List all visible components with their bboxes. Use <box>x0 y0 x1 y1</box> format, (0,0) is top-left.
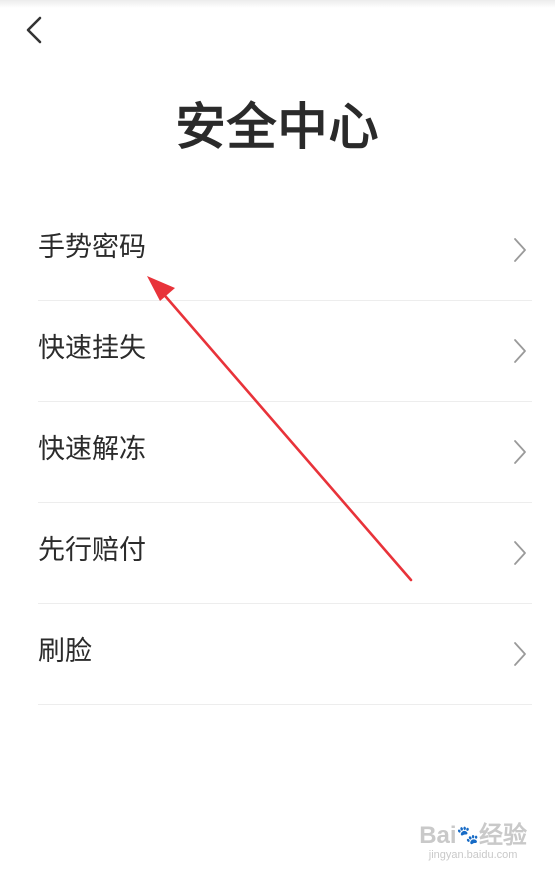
watermark: Bai🐾经验 jingyan.baidu.com <box>419 822 527 862</box>
menu-item-label: 刷脸 <box>38 636 92 667</box>
chevron-right-icon <box>514 440 526 464</box>
security-menu-list: 手势密码 快速挂失 快速解冻 先行赔付 刷脸 <box>38 200 532 705</box>
chevron-right-icon <box>514 238 526 262</box>
chevron-left-icon <box>26 16 42 44</box>
chevron-right-icon <box>514 339 526 363</box>
paw-icon: 🐾 <box>456 825 479 845</box>
status-bar-shadow <box>0 0 555 8</box>
back-button[interactable] <box>18 10 54 50</box>
menu-item-gesture-password[interactable]: 手势密码 <box>38 200 532 301</box>
page-title: 安全中心 <box>175 98 380 156</box>
chevron-right-icon <box>514 642 526 666</box>
menu-item-label: 快速挂失 <box>38 333 146 364</box>
watermark-logo: Bai🐾经验 <box>419 822 527 849</box>
menu-item-label: 快速解冻 <box>38 434 146 465</box>
menu-item-face-scan[interactable]: 刷脸 <box>38 604 532 705</box>
menu-item-quick-unfreeze[interactable]: 快速解冻 <box>38 402 532 503</box>
menu-item-label: 先行赔付 <box>38 535 146 566</box>
chevron-right-icon <box>514 541 526 565</box>
menu-item-label: 手势密码 <box>38 232 146 263</box>
menu-item-quick-report-loss[interactable]: 快速挂失 <box>38 301 532 402</box>
watermark-url: jingyan.baidu.com <box>428 849 518 861</box>
menu-item-advance-compensation[interactable]: 先行赔付 <box>38 503 532 604</box>
